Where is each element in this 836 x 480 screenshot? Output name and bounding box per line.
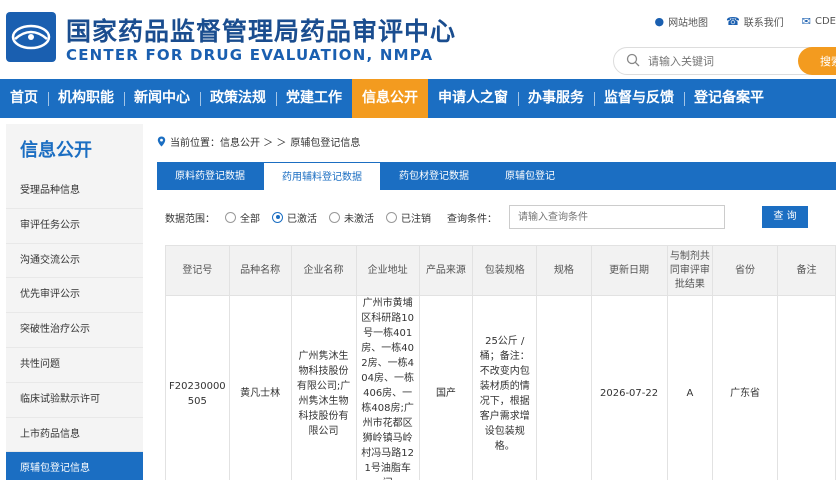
- radio-circle: [386, 211, 397, 223]
- location-pin-icon: ●: [654, 15, 665, 28]
- query-button[interactable]: 查 询: [762, 206, 808, 228]
- search-button[interactable]: 搜索: [798, 47, 836, 75]
- sidebar-item-review-tasks[interactable]: 审评任务公示: [6, 209, 143, 244]
- column-header: 包装规格: [472, 245, 538, 296]
- sidebar-item-marketed-drugs[interactable]: 上市药品信息: [6, 418, 143, 453]
- nav-news[interactable]: 新闻中心: [124, 79, 200, 118]
- nav-home[interactable]: 首页: [0, 79, 48, 118]
- sidebar-item-registration-info[interactable]: 原辅包登记信息: [6, 452, 143, 480]
- radio-circle: [329, 211, 340, 223]
- nav-disclosure[interactable]: 信息公开: [352, 79, 428, 118]
- nav-applicant[interactable]: 申请人之窗: [428, 79, 518, 118]
- radio-label: 未激活: [344, 213, 374, 225]
- sidebar-item-breakthrough[interactable]: 突破性治疗公示: [6, 313, 143, 348]
- condition-input[interactable]: [509, 205, 725, 229]
- tab-excipient[interactable]: 药用辅料登记数据: [263, 162, 381, 190]
- column-header: 品种名称: [228, 245, 292, 296]
- search-icon: [626, 53, 640, 67]
- nav-feedback[interactable]: 监督与反馈: [594, 79, 684, 118]
- column-header: 与制剂共同审评审批结果: [666, 245, 714, 296]
- filter-bar: 数据范围： 全部 已激活 未激活 已注销 查询条件： 查 询: [165, 202, 836, 232]
- column-header: 企业名称: [290, 245, 357, 296]
- nav-policy[interactable]: 政策法规: [200, 79, 276, 118]
- site-header: 国家药品监督管理局药品审评中心 CENTER FOR DRUG EVALUATI…: [0, 0, 836, 79]
- sidebar-item-clinical-trial[interactable]: 临床试验默示许可: [6, 383, 143, 418]
- site-subtitle: CENTER FOR DRUG EVALUATION, NMPA: [66, 46, 434, 64]
- scope-label: 数据范围：: [165, 213, 215, 225]
- radio-cancelled[interactable]: 已注销: [386, 210, 431, 225]
- table-row[interactable]: F20230000505 黄凡士林 广州隽沐生物科技股份有限公司;广州隽沐生物科…: [165, 295, 836, 480]
- cde-link[interactable]: ✉ CDE: [802, 14, 836, 29]
- cell-review-result: A: [666, 295, 714, 480]
- cell-update-date: 2026-07-22: [590, 295, 668, 480]
- contact-label: 联系我们: [743, 18, 784, 29]
- nav-registration[interactable]: 登记备案平: [684, 79, 774, 118]
- cell-company-name: 广州隽沐生物科技股份有限公司;广州隽沐生物科技股份有限公司: [290, 295, 357, 480]
- nav-functions[interactable]: 机构职能: [48, 79, 124, 118]
- mail-icon: ✉: [801, 15, 811, 28]
- main-nav: 首页 机构职能 新闻中心 政策法规 党建工作 信息公开 申请人之窗 办事服务 监…: [0, 79, 836, 118]
- column-header: 更新日期: [590, 245, 668, 296]
- breadcrumb: 当前位置：信息公开 ＞ ＞ 原辅包登记信息: [157, 134, 360, 149]
- table-header-row: 登记号 品种名称 企业名称 企业地址 产品来源 包装规格 规格 更新日期 与制剂…: [165, 245, 836, 296]
- radio-circle: [272, 211, 283, 223]
- sidebar: 信息公开 受理品种信息 审评任务公示 沟通交流公示 优先审评公示 突破性治疗公示…: [6, 124, 143, 480]
- tab-combined[interactable]: 原辅包登记: [487, 162, 573, 190]
- nav-party[interactable]: 党建工作: [276, 79, 352, 118]
- column-header: 产品来源: [418, 245, 474, 296]
- phone-icon: ☎: [726, 15, 740, 28]
- radio-label: 已激活: [287, 213, 317, 225]
- radio-circle: [225, 211, 236, 223]
- cell-registration-no: F20230000505: [165, 295, 230, 480]
- breadcrumb-current: 原辅包登记信息: [290, 138, 361, 149]
- column-header: 备注: [776, 245, 836, 296]
- sidebar-item-common-issues[interactable]: 共性问题: [6, 348, 143, 383]
- sidebar-title: 信息公开: [20, 140, 92, 161]
- top-links: ● 网站地图 ☎ 联系我们 ✉ CDE: [654, 14, 836, 29]
- site-title: 国家药品监督管理局药品审评中心: [66, 17, 457, 46]
- tab-packaging[interactable]: 药包材登记数据: [381, 162, 487, 190]
- data-tabs: 原料药登记数据 药用辅料登记数据 药包材登记数据 原辅包登记: [157, 162, 836, 190]
- sitemap-label: 网站地图: [668, 18, 709, 29]
- tab-api[interactable]: 原料药登记数据: [157, 162, 263, 190]
- column-header: 登记号: [165, 245, 230, 296]
- radio-inactive[interactable]: 未激活: [329, 210, 374, 225]
- cde-label: CDE: [814, 16, 836, 27]
- cell-product-name: 黄凡士林: [228, 295, 292, 480]
- breadcrumb-prefix: 当前位置：信息公开 ＞ ＞: [170, 138, 287, 149]
- cell-remarks: [776, 295, 836, 480]
- location-pin-icon: [157, 136, 166, 147]
- radio-label: 全部: [240, 213, 260, 225]
- radio-label: 已注销: [401, 213, 431, 225]
- cde-logo[interactable]: [6, 12, 56, 62]
- condition-label: 查询条件：: [447, 213, 497, 225]
- cell-package-spec: 25公斤 / 桶；备注：不改变内包装材质的情况下，根据客户需求增设包装规格。: [472, 295, 538, 480]
- search-input[interactable]: [648, 51, 798, 71]
- radio-active[interactable]: 已激活: [272, 210, 317, 225]
- registration-table: 登记号 品种名称 企业名称 企业地址 产品来源 包装规格 规格 更新日期 与制剂…: [165, 245, 836, 480]
- column-header: 省份: [712, 245, 778, 296]
- column-header: 企业地址: [355, 245, 420, 296]
- cell-province: 广东省: [712, 295, 778, 480]
- contact-link[interactable]: ☎ 联系我们: [726, 14, 784, 29]
- radio-all[interactable]: 全部: [225, 210, 260, 225]
- sidebar-item-priority[interactable]: 优先审评公示: [6, 278, 143, 314]
- cell-spec: [536, 295, 592, 480]
- sidebar-item-communication[interactable]: 沟通交流公示: [6, 244, 143, 279]
- sitemap-link[interactable]: ● 网站地图: [654, 14, 708, 29]
- column-header: 规格: [536, 245, 592, 296]
- cell-product-source: 国产: [418, 295, 474, 480]
- cell-company-address: 广州市黄埔区科研路10号一栋401房、一栋402房、一栋404房、一栋406房、…: [355, 295, 420, 480]
- sidebar-item-acceptance[interactable]: 受理品种信息: [6, 174, 143, 209]
- nav-services[interactable]: 办事服务: [518, 79, 594, 118]
